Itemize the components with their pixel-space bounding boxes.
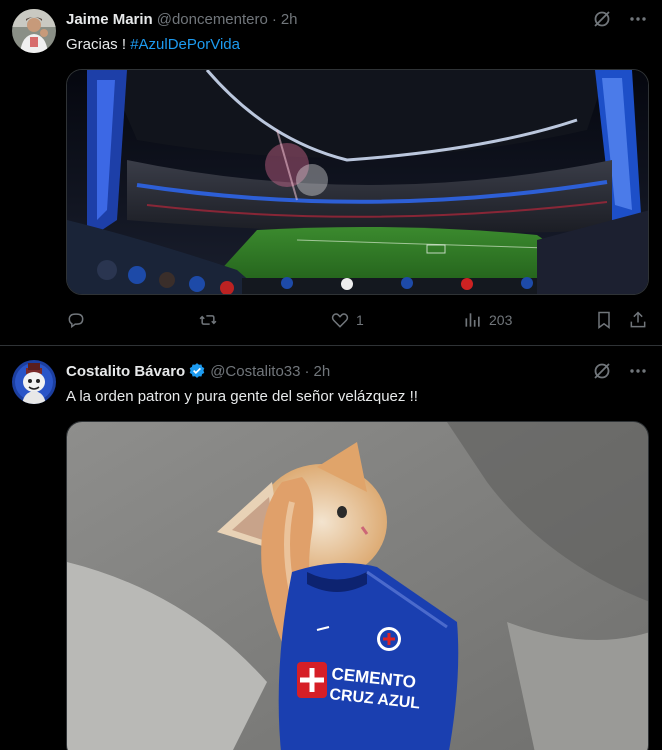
tweet-top-actions bbox=[592, 9, 648, 29]
avatar[interactable] bbox=[12, 9, 56, 53]
verified-icon bbox=[188, 362, 206, 380]
tweet-text: A la orden patron y pura gente del señor… bbox=[66, 388, 418, 405]
stadium-photo[interactable] bbox=[66, 69, 649, 295]
display-name[interactable]: Costalito Bávaro bbox=[66, 363, 185, 380]
timestamp[interactable]: 2h bbox=[313, 363, 330, 380]
separator-dot: · bbox=[271, 10, 277, 28]
separator-dot: · bbox=[304, 362, 310, 380]
retweet-icon bbox=[198, 310, 218, 330]
grok-icon[interactable] bbox=[592, 9, 612, 29]
tweet-header: Costalito Bávaro @Costalito33 · 2h bbox=[66, 361, 330, 381]
tweet[interactable]: Costalito Bávaro @Costalito33 · 2h A la … bbox=[0, 347, 662, 750]
reply-button[interactable] bbox=[66, 308, 92, 332]
hashtag-link[interactable]: #AzulDePorVida bbox=[130, 36, 240, 53]
views-icon bbox=[463, 310, 483, 330]
bookmark-icon bbox=[594, 310, 614, 330]
tweet-action-bar: 1 203 bbox=[66, 308, 648, 332]
like-icon bbox=[330, 310, 350, 330]
views-count: 203 bbox=[489, 312, 513, 328]
cat-in-jersey-photo[interactable]: CEMENTO CRUZ AZUL bbox=[66, 421, 649, 750]
grok-icon[interactable] bbox=[592, 361, 612, 381]
tweet[interactable]: Jaime Marin @doncementero · 2h Gracias !… bbox=[0, 0, 662, 346]
retweet-button[interactable] bbox=[198, 308, 224, 332]
user-handle[interactable]: @Costalito33 bbox=[210, 363, 300, 380]
user-handle[interactable]: @doncementero bbox=[157, 11, 268, 28]
tweet-top-actions bbox=[592, 361, 648, 381]
display-name[interactable]: Jaime Marin bbox=[66, 11, 153, 28]
tweet-text: Gracias ! #AzulDePorVida bbox=[66, 35, 240, 55]
avatar[interactable] bbox=[12, 360, 56, 404]
like-button[interactable]: 1 bbox=[330, 308, 364, 332]
share-icon bbox=[628, 310, 648, 330]
more-icon[interactable] bbox=[628, 9, 648, 29]
bookmark-button[interactable] bbox=[594, 308, 614, 332]
tweet-text-body: Gracias ! bbox=[66, 36, 131, 53]
timestamp[interactable]: 2h bbox=[281, 11, 298, 28]
more-icon[interactable] bbox=[628, 361, 648, 381]
reply-icon bbox=[66, 310, 86, 330]
share-button[interactable] bbox=[628, 308, 648, 332]
views-button[interactable]: 203 bbox=[463, 308, 512, 332]
like-count: 1 bbox=[356, 312, 364, 328]
tweet-header: Jaime Marin @doncementero · 2h bbox=[66, 9, 298, 29]
